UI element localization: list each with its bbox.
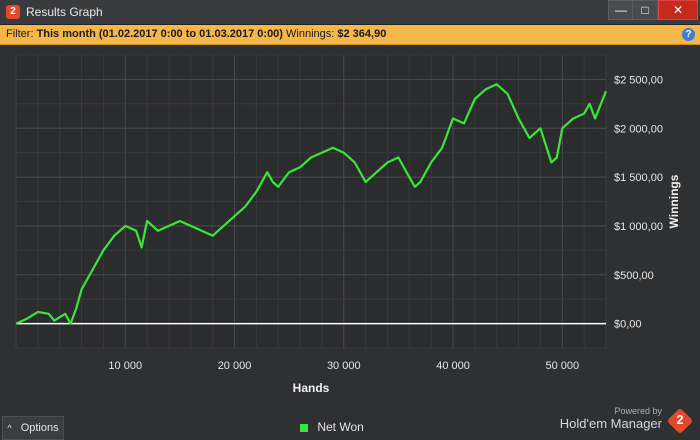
x-tick-label: 10 000: [108, 360, 142, 372]
maximize-button[interactable]: □: [632, 0, 658, 20]
results-chart: 10 000 20 000 30 000 40 000 50 000 $0,00 $500…: [0, 45, 700, 395]
y-axis-ticks: $0,00 $500,00 $1 000,00 $1 500,00 $2 000,00 $…: [614, 74, 663, 330]
close-button[interactable]: ✕: [658, 0, 698, 20]
x-tick-label: 30 000: [327, 360, 361, 372]
chevron-up-icon: ^: [7, 423, 12, 433]
x-axis-ticks: 10 000 20 000 30 000 40 000 50 000: [108, 360, 579, 372]
winnings-label: Winnings:: [286, 28, 335, 40]
y-tick-label: $1 500,00: [614, 172, 663, 184]
y-tick-label: $2 000,00: [614, 123, 663, 135]
y-tick-label: $0,00: [614, 319, 642, 331]
options-label: Options: [20, 422, 59, 434]
powered-by: Powered by Hold'em Manager: [560, 406, 662, 431]
app-logo-icon: 2: [6, 5, 20, 19]
legend-swatch: [300, 423, 308, 432]
y-axis-label: Winnings: [667, 174, 681, 228]
x-tick-label: 40 000: [436, 360, 470, 372]
legend[interactable]: Net Won: [300, 420, 364, 434]
powered-by-text: Powered by: [614, 406, 662, 416]
y-tick-label: $2 500,00: [614, 74, 663, 86]
x-tick-label: 50 000: [545, 360, 579, 372]
help-icon[interactable]: ?: [682, 28, 695, 41]
brand-name: Hold'em Manager: [559, 416, 662, 431]
y-tick-label: $500,00: [614, 270, 654, 282]
bottom-bar: ^ Options Net Won Powered by Hold'em Man…: [0, 406, 700, 440]
options-button[interactable]: ^ Options: [2, 416, 64, 440]
filter-prefix: Filter:: [6, 28, 34, 40]
x-tick-label: 20 000: [218, 360, 252, 372]
winnings-value: $2 364,90: [337, 28, 387, 40]
title-bar: 2 Results Graph — □ ✕: [0, 0, 700, 25]
minimize-button[interactable]: —: [608, 0, 634, 20]
chart-svg: 10 000 20 000 30 000 40 000 50 000 $0,00 $500…: [15, 54, 681, 395]
legend-label: Net Won: [317, 420, 364, 434]
filter-bar[interactable]: Filter: This month (01.02.2017 0:00 to 0…: [0, 25, 700, 45]
filter-text: Filter: This month (01.02.2017 0:00 to 0…: [6, 25, 386, 44]
x-axis-label: Hands: [293, 381, 330, 395]
window-title: Results Graph: [26, 5, 103, 19]
brand-logo-icon: 2: [666, 407, 694, 435]
y-tick-label: $1 000,00: [614, 221, 663, 233]
filter-range: This month (01.02.2017 0:00 to 01.03.201…: [36, 28, 283, 40]
